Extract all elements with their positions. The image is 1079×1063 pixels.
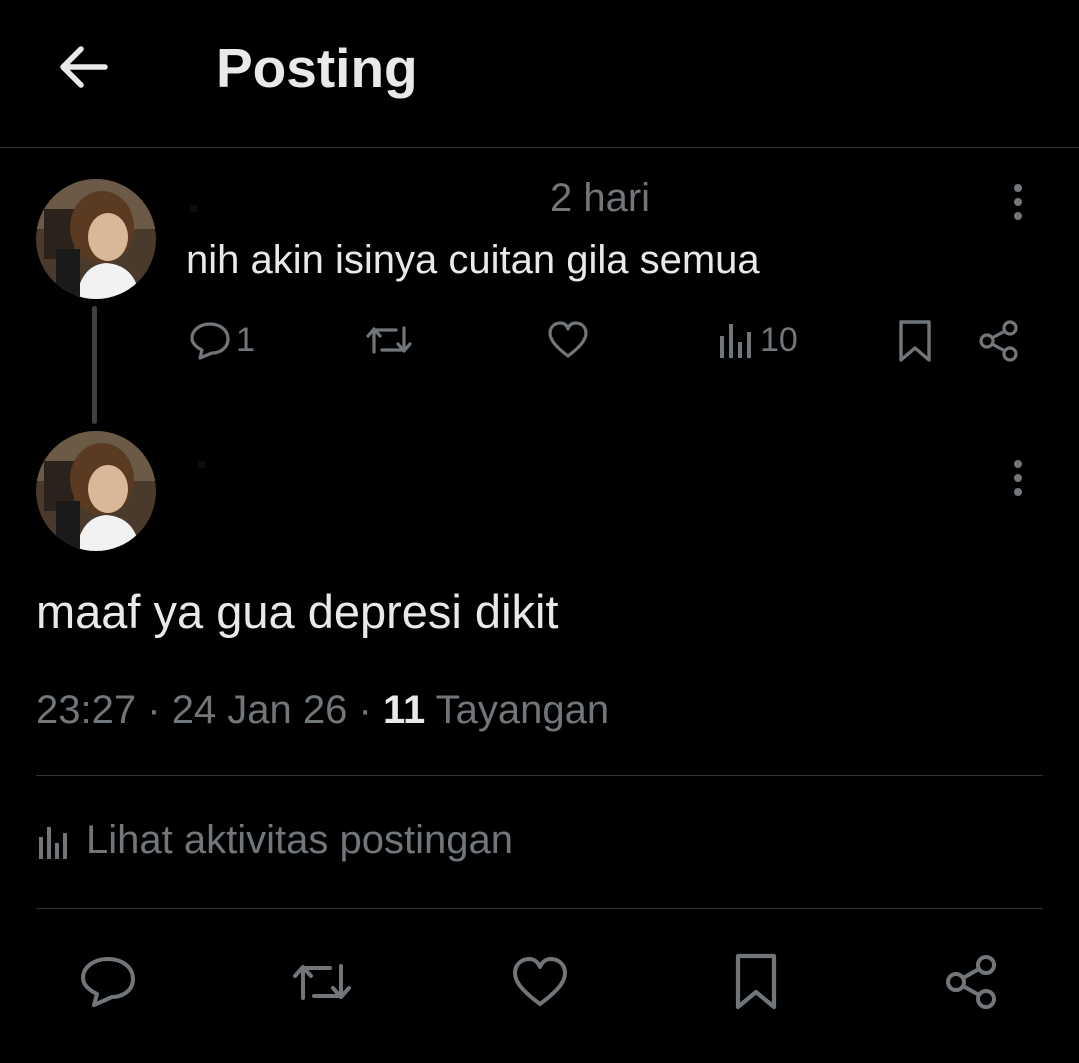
thread-connector-line	[92, 306, 97, 424]
like-button[interactable]	[508, 950, 572, 1014]
bookmark-button[interactable]	[724, 950, 788, 1014]
post-activity-link[interactable]: Lihat aktivitas postingan	[36, 818, 513, 863]
arrow-left-icon	[60, 46, 108, 88]
redacted-username: ▪	[188, 192, 199, 225]
avatar[interactable]	[36, 179, 156, 299]
post-detail-page: Posting ▪ 2 hari nih akin isinya cuitan …	[0, 0, 1079, 1063]
post-meta: 23:27 · 24 Jan 26 · 11 Tayangan	[36, 688, 609, 733]
page-title: Posting	[216, 37, 418, 99]
avatar-image	[36, 179, 156, 299]
top-bar: Posting	[0, 0, 1079, 148]
redacted-author-name: ▪	[196, 448, 207, 481]
more-vertical-icon	[1014, 184, 1022, 220]
reply-share-button[interactable]	[976, 318, 1022, 364]
post-date[interactable]: 24 Jan 26	[172, 688, 348, 732]
reply-repost-button[interactable]	[364, 318, 414, 362]
share-button[interactable]	[940, 950, 1004, 1014]
share-icon	[979, 320, 1018, 362]
post-activity-label: Lihat aktivitas postingan	[86, 818, 513, 862]
reply-like-button[interactable]	[546, 318, 590, 362]
share-icon	[946, 955, 996, 1009]
analytics-icon	[39, 826, 67, 859]
repost-icon	[293, 964, 351, 1000]
reply-views-count: 10	[760, 320, 798, 359]
reply-comment-button[interactable]: 1	[188, 318, 255, 362]
reply-bookmark-button[interactable]	[895, 318, 935, 364]
heart-icon	[548, 321, 588, 358]
repost-button[interactable]	[290, 950, 354, 1014]
comment-icon	[190, 322, 230, 360]
reply-count: 1	[236, 320, 255, 359]
reply-text: nih akin isinya cuitan gila semua	[186, 238, 760, 282]
analytics-icon	[720, 324, 751, 358]
comment-icon	[81, 957, 135, 1007]
post-text: maaf ya gua depresi dikit	[36, 585, 559, 638]
meta-separator: ·	[147, 688, 161, 732]
heart-icon	[513, 957, 567, 1006]
post-more-button[interactable]	[998, 454, 1038, 502]
bookmark-icon	[735, 953, 777, 1010]
reply-more-button[interactable]	[998, 178, 1038, 226]
author-avatar[interactable]	[36, 431, 156, 551]
more-vertical-icon	[1014, 460, 1022, 496]
post-time[interactable]: 23:27	[36, 688, 136, 732]
bookmark-icon	[899, 320, 931, 362]
post-views-label: Tayangan	[435, 688, 610, 732]
reply-views-button[interactable]: 10	[716, 318, 798, 362]
reply-timestamp: 2 hari	[550, 176, 651, 220]
meta-separator: ·	[358, 688, 372, 732]
repost-icon	[366, 326, 412, 354]
divider	[36, 775, 1043, 776]
back-button[interactable]	[52, 36, 114, 98]
post-views-count: 11	[382, 688, 426, 732]
comment-button[interactable]	[76, 950, 140, 1014]
divider	[36, 908, 1043, 909]
avatar-image	[36, 431, 156, 551]
